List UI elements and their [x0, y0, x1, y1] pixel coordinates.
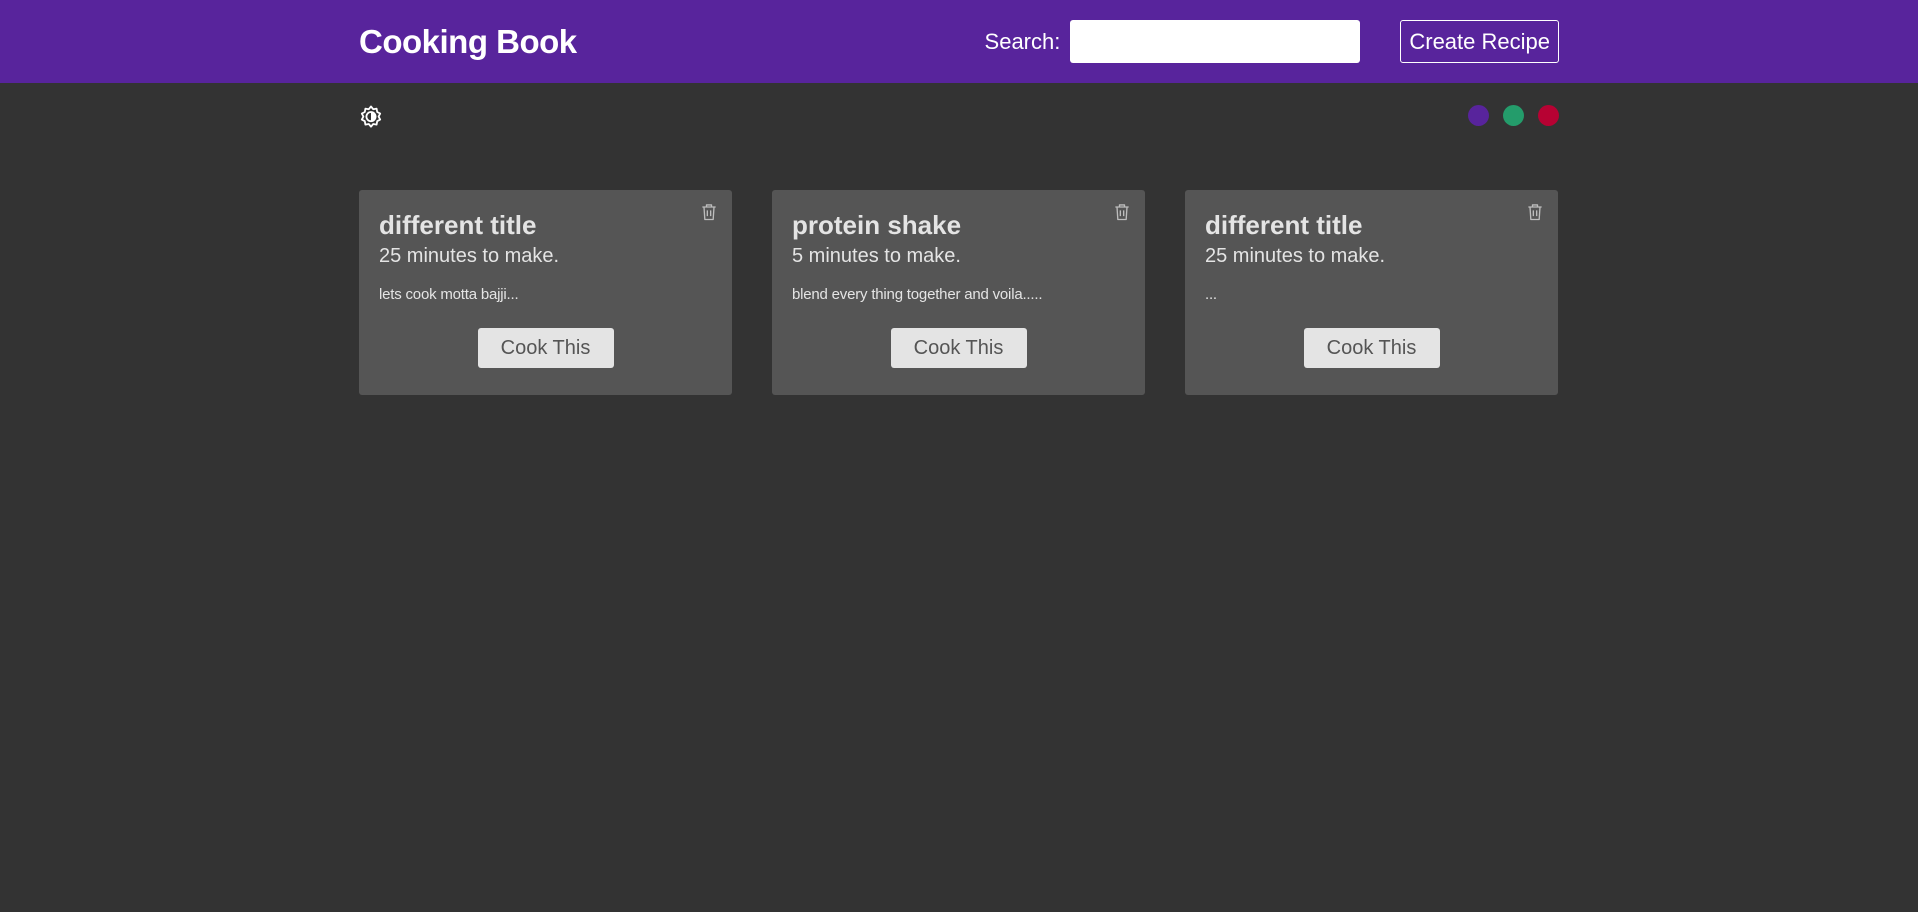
theme-selector	[359, 83, 1559, 148]
recipe-title: different title	[1205, 210, 1363, 240]
create-recipe-button[interactable]: Create Recipe	[1400, 20, 1559, 63]
recipe-snippet: ...	[1205, 286, 1217, 303]
swatch-green[interactable]	[1503, 105, 1524, 126]
cook-this-button[interactable]: Cook This	[1303, 328, 1440, 368]
swatch-red[interactable]	[1538, 105, 1559, 126]
search-input[interactable]	[1070, 20, 1361, 63]
search-bar: Search:	[985, 20, 1361, 63]
recipe-list: different title 25 minutes to make. lets…	[359, 190, 1559, 395]
recipe-card: protein shake 5 minutes to make. blend e…	[772, 190, 1145, 395]
recipe-card: different title 25 minutes to make. lets…	[359, 190, 732, 395]
recipe-time: 5 minutes to make.	[792, 245, 961, 267]
recipe-snippet: blend every thing together and voila....…	[792, 286, 1043, 303]
brand-link[interactable]: Cooking Book	[359, 23, 985, 61]
swatch-purple[interactable]	[1468, 105, 1489, 126]
recipe-time: 25 minutes to make.	[379, 245, 560, 267]
trash-icon[interactable]	[699, 202, 719, 222]
color-swatches	[1468, 105, 1559, 126]
brightness-icon[interactable]	[359, 104, 383, 128]
navbar-inner: Cooking Book Search: Create Recipe	[359, 0, 1559, 83]
recipe-time: 25 minutes to make.	[1205, 245, 1386, 267]
recipe-title: different title	[379, 210, 537, 240]
navbar: Cooking Book Search: Create Recipe	[0, 0, 1918, 83]
trash-icon[interactable]	[1112, 202, 1132, 222]
recipe-snippet: lets cook motta bajji...	[379, 286, 519, 303]
cook-this-button[interactable]: Cook This	[890, 328, 1027, 368]
cook-this-button[interactable]: Cook This	[477, 328, 614, 368]
recipe-title: protein shake	[792, 210, 962, 240]
recipe-card: different title 25 minutes to make. ... …	[1185, 190, 1558, 395]
search-label: Search:	[984, 28, 1061, 54]
trash-icon[interactable]	[1525, 202, 1545, 222]
